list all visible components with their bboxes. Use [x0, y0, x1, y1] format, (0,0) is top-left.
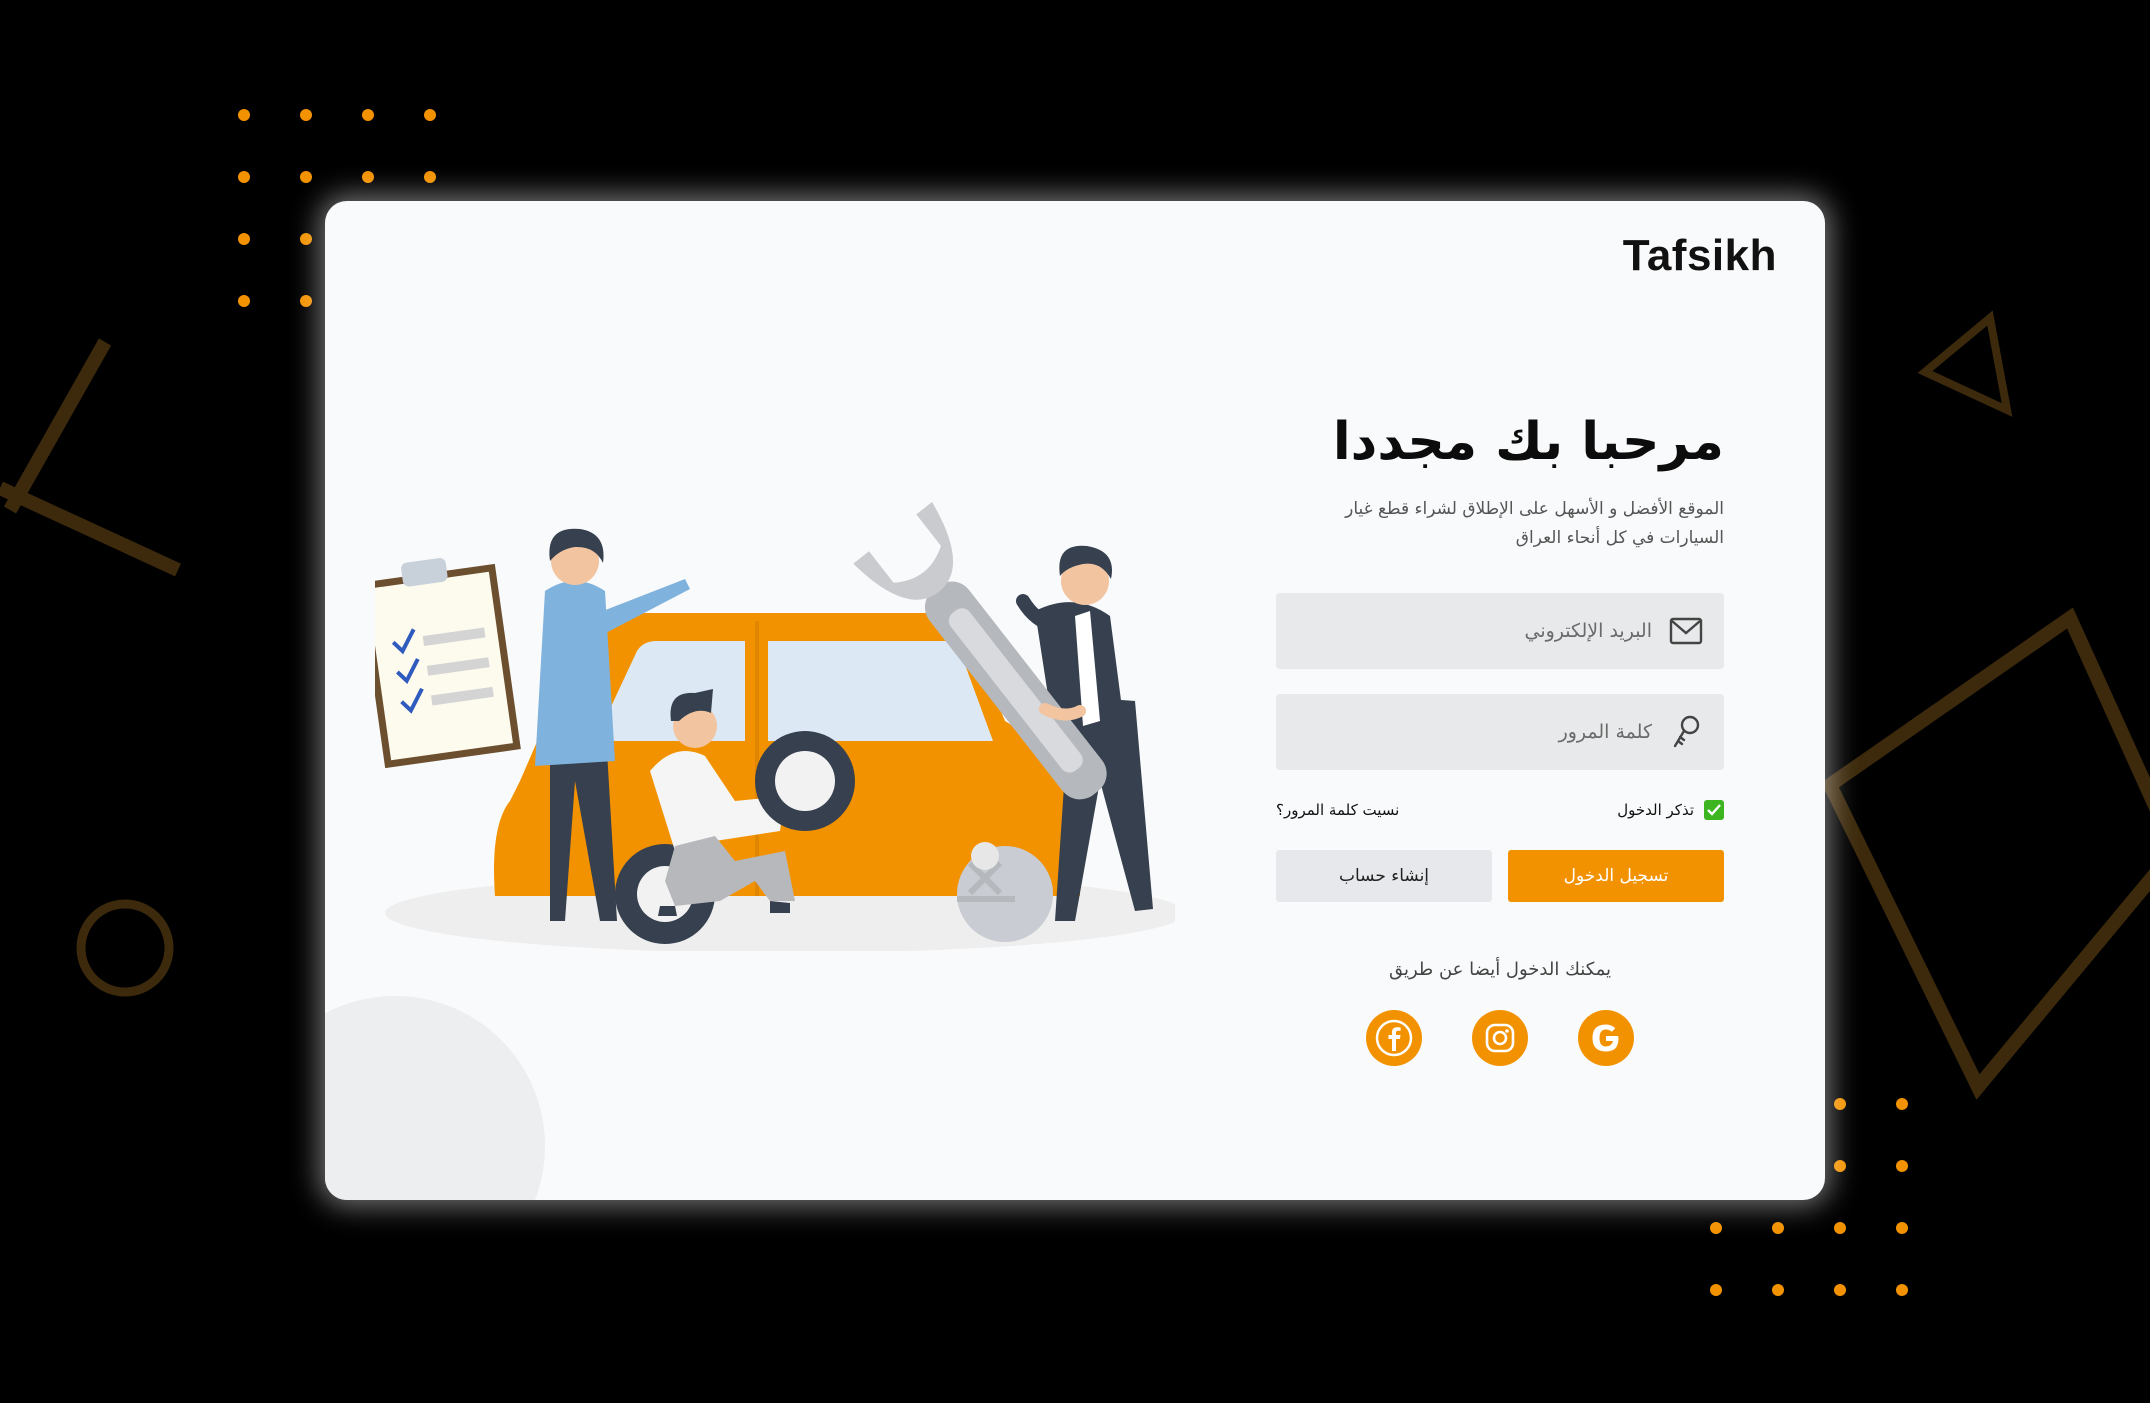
email-field: [1276, 593, 1724, 670]
forgot-password-link[interactable]: نسيت كلمة المرور؟: [1276, 801, 1399, 819]
cross-shape: [0, 338, 181, 577]
password-input[interactable]: [1294, 694, 1652, 771]
triangle-shape: [1917, 310, 2013, 417]
envelope-icon: [1666, 611, 1706, 651]
signup-button[interactable]: إنشاء حساب: [1276, 850, 1492, 903]
action-buttons: تسجيل الدخول إنشاء حساب: [1276, 850, 1724, 903]
login-card: Tafsikh مرحبا بك مجددا الموقع الأفضل و ا…: [325, 201, 1825, 1200]
social-login-caption: يمكنك الدخول أيضا عن طريق: [1388, 959, 1612, 981]
google-icon: [1592, 1024, 1619, 1052]
remember-me[interactable]: تذكر الدخول: [1617, 800, 1724, 821]
login-button[interactable]: تسجيل الدخول: [1508, 850, 1724, 903]
facebook-icon: [1375, 1020, 1413, 1057]
instagram-icon: [1485, 1024, 1515, 1053]
checkmark-icon: [1707, 804, 1721, 817]
remember-checkbox[interactable]: [1704, 800, 1724, 821]
instagram-login-button[interactable]: [1472, 1010, 1528, 1067]
login-form: مرحبا بك مجددا الموقع الأفضل و الأسهل عل…: [1276, 411, 1724, 1067]
brand-logo: Tafsikh: [1622, 231, 1777, 280]
key-icon: [1666, 712, 1706, 752]
facebook-login-button[interactable]: [1366, 1010, 1422, 1067]
login-options: تذكر الدخول نسيت كلمة المرور؟: [1276, 800, 1724, 821]
circle-shape: [76, 899, 174, 997]
remember-label: تذكر الدخول: [1617, 801, 1694, 820]
email-input[interactable]: [1294, 593, 1652, 670]
decorative-circle: [325, 996, 545, 1200]
password-field: [1276, 694, 1724, 771]
google-login-button[interactable]: [1578, 1010, 1634, 1067]
car-repair-illustration: [375, 502, 1175, 951]
page-title: مرحبا بك مجددا: [1332, 412, 1724, 472]
square-shape: [1821, 607, 2150, 1100]
social-login-buttons: [1276, 1010, 1724, 1067]
subtitle: الموقع الأفضل و الأسهل على الإطلاق لشراء…: [1345, 499, 1724, 549]
